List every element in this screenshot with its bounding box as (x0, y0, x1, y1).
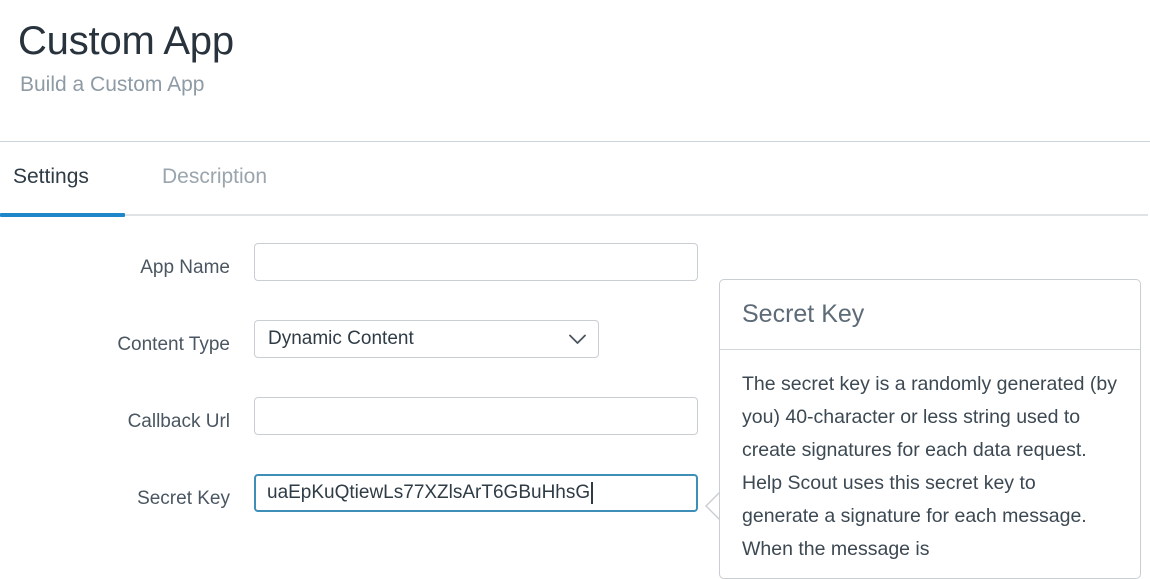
form-row-callback-url: Callback Url (0, 397, 720, 474)
tab-bar-underline (0, 214, 1148, 216)
secret-key-label: Secret Key (137, 488, 230, 509)
text-caret (591, 482, 593, 504)
app-name-value (266, 244, 686, 280)
settings-form: App Name Content Type Dynamic Content Ca… (0, 243, 720, 551)
form-row-content-type: Content Type Dynamic Content (0, 320, 720, 397)
header-divider (0, 141, 1150, 142)
tab-settings[interactable]: Settings (13, 164, 89, 190)
app-name-label: App Name (140, 257, 230, 278)
page-header: Custom App Build a Custom App (0, 0, 1150, 99)
secret-key-input[interactable]: uaEpKuQtiewLs77XZlsArT6GBuHhsG (254, 474, 698, 512)
content-type-value: Dynamic Content (268, 328, 414, 349)
secret-key-value-wrap: uaEpKuQtiewLs77XZlsArT6GBuHhsG (267, 476, 685, 510)
form-row-app-name: App Name (0, 243, 720, 320)
tab-description[interactable]: Description (162, 164, 267, 190)
secret-key-value: uaEpKuQtiewLs77XZlsArT6GBuHhsG (267, 482, 591, 503)
content-type-label: Content Type (117, 334, 230, 355)
callback-url-value (266, 398, 686, 434)
page-subtitle: Build a Custom App (20, 73, 205, 96)
popover-title: Secret Key (742, 300, 865, 328)
callback-url-label: Callback Url (127, 411, 230, 432)
secret-key-help-popover: Secret Key The secret key is a randomly … (719, 279, 1141, 579)
popover-body: The secret key is a randomly generated (… (742, 373, 1118, 560)
content-type-select[interactable]: Dynamic Content (254, 320, 599, 358)
page-title: Custom App (18, 19, 234, 63)
callback-url-input[interactable] (254, 397, 698, 435)
chevron-down-icon (569, 321, 586, 357)
tab-active-indicator (0, 213, 125, 217)
tab-bar: Settings Description (0, 152, 1150, 217)
form-row-secret-key: Secret Key uaEpKuQtiewLs77XZlsArT6GBuHhs… (0, 474, 720, 551)
popover-header: Secret Key (720, 280, 1140, 350)
app-name-input[interactable] (254, 243, 698, 281)
